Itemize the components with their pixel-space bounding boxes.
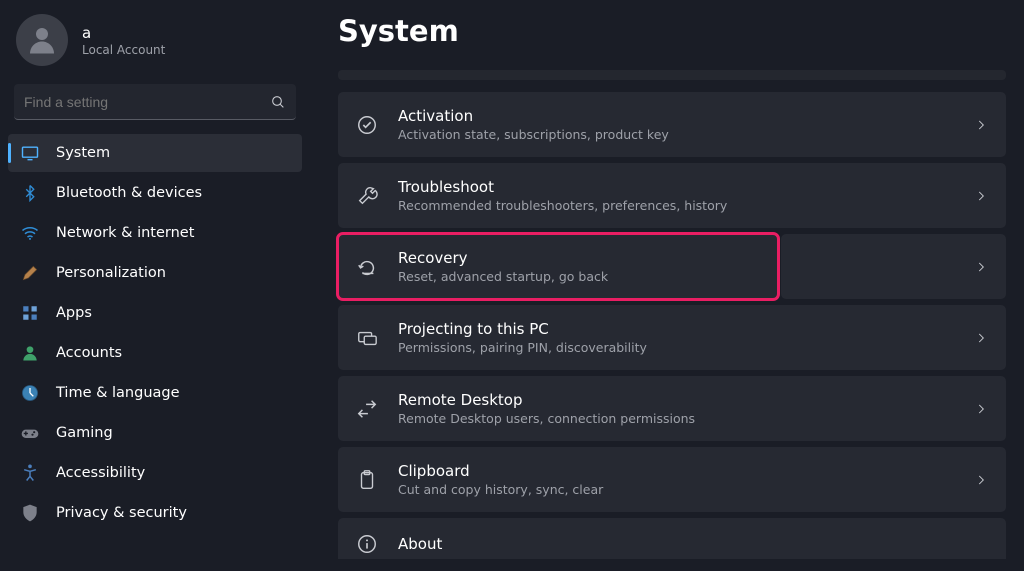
page-title: System xyxy=(338,14,1006,48)
search-icon xyxy=(270,94,286,110)
search-field[interactable] xyxy=(14,84,296,120)
info-icon xyxy=(356,533,378,555)
sidebar-item-label: Gaming xyxy=(56,425,113,441)
sidebar-item-gaming[interactable]: Gaming xyxy=(8,414,302,452)
recovery-icon xyxy=(356,256,378,278)
sidebar-item-label: Time & language xyxy=(56,385,180,401)
setting-sub: Cut and copy history, sync, clear xyxy=(398,482,954,497)
sidebar-item-accounts[interactable]: Accounts xyxy=(8,334,302,372)
sidebar-item-bluetooth[interactable]: Bluetooth & devices xyxy=(8,174,302,212)
sidebar-item-label: Accounts xyxy=(56,345,122,361)
sidebar-item-apps[interactable]: Apps xyxy=(8,294,302,332)
activation-icon xyxy=(356,114,378,136)
scroll-spacer xyxy=(338,70,1006,80)
accounts-icon xyxy=(20,343,40,363)
sidebar-item-personalization[interactable]: Personalization xyxy=(8,254,302,292)
sidebar-item-label: System xyxy=(56,145,110,161)
user-icon xyxy=(24,22,60,58)
chevron-right-icon xyxy=(974,402,988,416)
bluetooth-icon xyxy=(20,183,40,203)
apps-icon xyxy=(20,303,40,323)
chevron-right-icon xyxy=(974,118,988,132)
user-name: a xyxy=(82,24,165,42)
chevron-right-icon xyxy=(974,473,988,487)
setting-sub: Activation state, subscriptions, product… xyxy=(398,127,954,142)
setting-about[interactable]: About xyxy=(338,518,1006,559)
main-content: System Activation Activation state, subs… xyxy=(310,0,1024,571)
gaming-icon xyxy=(20,423,40,443)
setting-sub: Recommended troubleshooters, preferences… xyxy=(398,198,954,213)
chevron-right-icon xyxy=(974,260,988,274)
shield-icon xyxy=(20,503,40,523)
sidebar-item-label: Bluetooth & devices xyxy=(56,185,202,201)
accessibility-icon xyxy=(20,463,40,483)
setting-recovery[interactable]: Recovery Reset, advanced startup, go bac… xyxy=(338,234,778,299)
wrench-icon xyxy=(356,185,378,207)
user-subtitle: Local Account xyxy=(82,43,165,57)
setting-title: Troubleshoot xyxy=(398,178,954,196)
wifi-icon xyxy=(20,223,40,243)
setting-recovery-chevron-area[interactable] xyxy=(781,234,1006,299)
setting-title: Clipboard xyxy=(398,462,954,480)
search-input[interactable] xyxy=(24,94,270,110)
setting-title: Remote Desktop xyxy=(398,391,954,409)
setting-title: Activation xyxy=(398,107,954,125)
setting-sub: Reset, advanced startup, go back xyxy=(398,269,760,284)
setting-projecting[interactable]: Projecting to this PC Permissions, pairi… xyxy=(338,305,1006,370)
avatar xyxy=(16,14,68,66)
setting-title: Projecting to this PC xyxy=(398,320,954,338)
sidebar-nav: System Bluetooth & devices Network & int… xyxy=(8,134,302,532)
sidebar-item-label: Accessibility xyxy=(56,465,145,481)
chevron-right-icon xyxy=(974,331,988,345)
chevron-right-icon xyxy=(974,189,988,203)
sidebar-item-time-language[interactable]: Time & language xyxy=(8,374,302,412)
sidebar: a Local Account System Bluetooth & devic… xyxy=(0,0,310,571)
setting-title: Recovery xyxy=(398,249,760,267)
clipboard-icon xyxy=(356,469,378,491)
setting-remote-desktop[interactable]: Remote Desktop Remote Desktop users, con… xyxy=(338,376,1006,441)
setting-title: About xyxy=(398,535,988,553)
setting-clipboard[interactable]: Clipboard Cut and copy history, sync, cl… xyxy=(338,447,1006,512)
sidebar-item-label: Personalization xyxy=(56,265,166,281)
projecting-icon xyxy=(356,327,378,349)
setting-troubleshoot[interactable]: Troubleshoot Recommended troubleshooters… xyxy=(338,163,1006,228)
sidebar-item-network[interactable]: Network & internet xyxy=(8,214,302,252)
sidebar-item-privacy-security[interactable]: Privacy & security xyxy=(8,494,302,532)
sidebar-item-label: Apps xyxy=(56,305,92,321)
time-icon xyxy=(20,383,40,403)
brush-icon xyxy=(20,263,40,283)
sidebar-item-system[interactable]: System xyxy=(8,134,302,172)
user-account-block[interactable]: a Local Account xyxy=(8,10,302,84)
system-icon xyxy=(20,143,40,163)
setting-sub: Remote Desktop users, connection permiss… xyxy=(398,411,954,426)
setting-sub: Permissions, pairing PIN, discoverabilit… xyxy=(398,340,954,355)
sidebar-item-accessibility[interactable]: Accessibility xyxy=(8,454,302,492)
remote-icon xyxy=(356,398,378,420)
sidebar-item-label: Privacy & security xyxy=(56,505,187,521)
setting-activation[interactable]: Activation Activation state, subscriptio… xyxy=(338,92,1006,157)
sidebar-item-label: Network & internet xyxy=(56,225,194,241)
